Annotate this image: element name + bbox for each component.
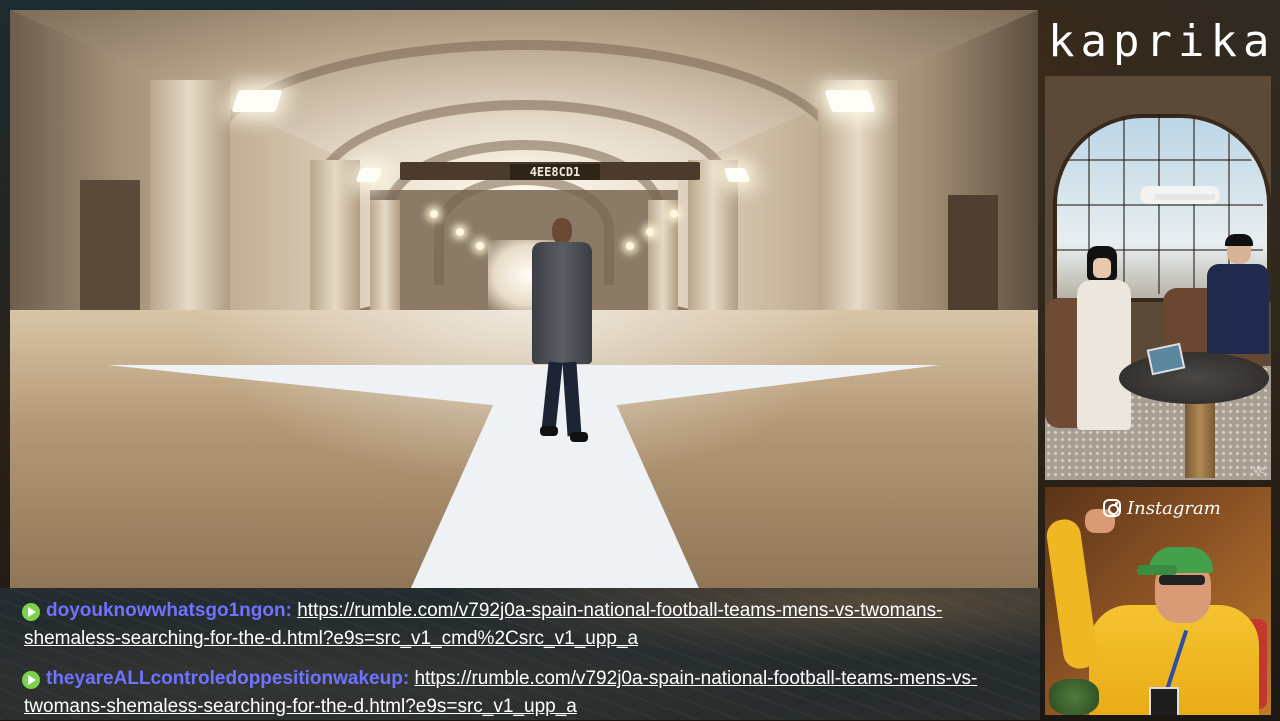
play-badge-icon xyxy=(22,671,40,689)
thumb-jet-wing xyxy=(1155,194,1215,200)
brand-logo-text: kaprika xyxy=(1048,16,1276,67)
ceiling-light xyxy=(231,90,283,112)
ceiling-light xyxy=(355,168,383,182)
ceiling-light xyxy=(430,210,438,218)
ceiling-light xyxy=(723,168,751,182)
instagram-text: Instagram xyxy=(1127,497,1221,519)
ceiling-light xyxy=(646,228,654,236)
walking-man xyxy=(524,218,600,442)
side-thumbnail-lounge[interactable]: Ve xyxy=(1045,76,1271,480)
ceiling-light xyxy=(670,210,678,218)
ceiling-light xyxy=(476,242,484,250)
side-thumbnail-instagram[interactable]: Instagram xyxy=(1045,487,1271,715)
thumb-table-leg xyxy=(1185,398,1215,478)
chat-message: doyouknowwhatsgo1ngon: https://rumble.co… xyxy=(22,597,1034,653)
corridor-sign-text: 4EE8CD1 xyxy=(510,164,600,180)
thumb-speaker xyxy=(1045,509,1271,715)
thumb-watermark: Ve xyxy=(1252,465,1265,476)
main-video[interactable]: 4EE8CD1 xyxy=(10,10,1038,588)
thumb-table xyxy=(1119,352,1269,404)
chat-username[interactable]: doyouknowwhatsgo1ngon: xyxy=(46,600,292,621)
thumb-man xyxy=(1205,234,1271,356)
instagram-icon xyxy=(1103,499,1121,517)
instagram-label: Instagram xyxy=(1103,493,1221,523)
thumb-woman xyxy=(1073,246,1135,436)
chat-username[interactable]: theyareALLcontroledoppesitionwakeup: xyxy=(46,668,409,689)
ceiling-light xyxy=(824,90,876,112)
ceiling-light xyxy=(626,242,634,250)
play-badge-icon xyxy=(22,603,40,621)
chat-message: theyareALLcontroledoppesitionwakeup: htt… xyxy=(22,665,1034,721)
ceiling-light xyxy=(456,228,464,236)
